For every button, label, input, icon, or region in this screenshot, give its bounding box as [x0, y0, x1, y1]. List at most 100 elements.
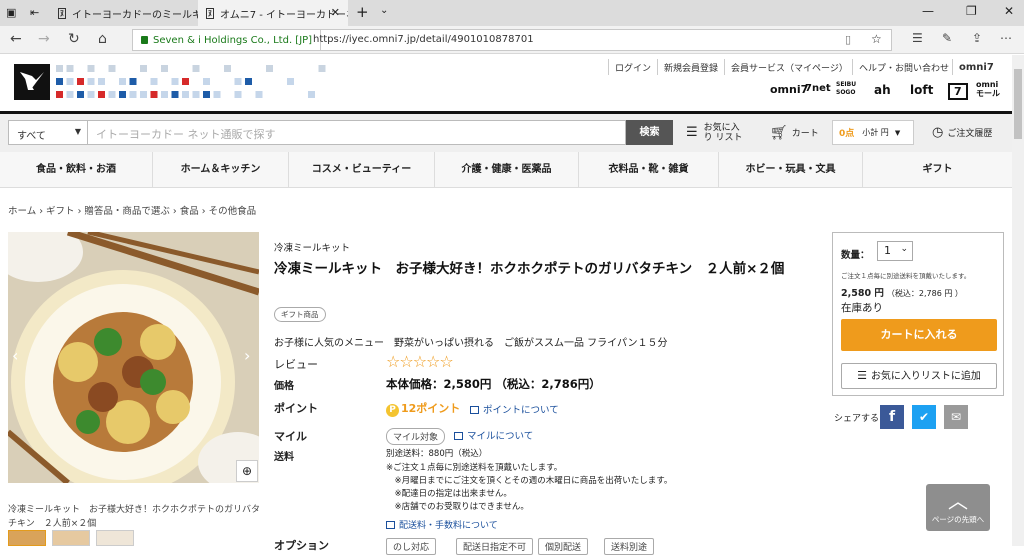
- search-input[interactable]: イトーヨーカドー ネット通販で探す: [88, 120, 626, 145]
- prev-image-icon[interactable]: ‹: [12, 346, 18, 365]
- more-icon[interactable]: ⋯: [1000, 31, 1012, 45]
- shipping-fee-link[interactable]: 配送料・手数料について: [386, 518, 498, 531]
- search-button[interactable]: 検索: [626, 120, 673, 145]
- points-text: 12ポイント: [401, 402, 461, 415]
- omni7-brand-link[interactable]: omni7: [952, 59, 1000, 75]
- decorative-dot: [192, 91, 200, 98]
- lock-icon: [141, 36, 148, 44]
- mile-chip: マイル対象: [386, 428, 446, 445]
- cat-food[interactable]: 食品・飲料・お酒: [0, 152, 152, 188]
- decorative-dot: [171, 78, 179, 85]
- product-image[interactable]: ‹ › ⊕: [8, 232, 259, 483]
- brand-seibu-sogo-icon[interactable]: SEIBU SOGO: [836, 81, 866, 97]
- decorative-dot: [140, 65, 147, 72]
- restore-icon[interactable]: ❐: [966, 4, 977, 18]
- new-tab-button[interactable]: +: [356, 3, 369, 21]
- close-tab-icon[interactable]: ✕: [331, 6, 340, 19]
- brand-7net-icon[interactable]: 7net: [805, 83, 831, 94]
- member-service-link[interactable]: 会員サービス（マイページ）: [724, 59, 854, 75]
- qty-select[interactable]: 1 ⌄: [877, 241, 913, 261]
- scrollbar-thumb[interactable]: [1014, 69, 1022, 139]
- thumbnail-1[interactable]: [8, 530, 46, 546]
- decorative-dot: [66, 78, 74, 85]
- stock-status: 在庫あり: [841, 302, 883, 314]
- tab-back-icon[interactable]: ⇤: [30, 6, 39, 19]
- option-noshi: のし対応: [386, 538, 437, 555]
- refresh-icon[interactable]: ↻: [68, 31, 80, 47]
- home-icon[interactable]: ⌂: [98, 31, 107, 47]
- tab-list-chevron-icon[interactable]: ⌄: [380, 5, 388, 16]
- shipping-line-1: 別途送料：880円（税込）: [386, 449, 488, 459]
- favorites-hub-icon[interactable]: ☰: [912, 31, 923, 45]
- cart-link[interactable]: 🛒︎ カート: [770, 120, 819, 145]
- certificate-indicator[interactable]: Seven & i Holdings Co., Ltd. [JP]: [133, 30, 322, 50]
- gift-tag: ギフト商品: [274, 307, 326, 322]
- favorite-star-icon[interactable]: ☆: [871, 32, 882, 46]
- tab-2-label: オムニ7 - イトーヨーカドーネ: [220, 9, 348, 21]
- cat-gift[interactable]: ギフト: [862, 152, 1012, 188]
- page-scrollbar[interactable]: [1012, 55, 1024, 546]
- cart-price-value: 2,580 円: [841, 288, 884, 299]
- register-link[interactable]: 新規会員登録: [657, 59, 724, 75]
- facebook-icon[interactable]: f: [880, 405, 904, 429]
- review-stars-icon[interactable]: ☆☆☆☆☆: [386, 352, 454, 371]
- brand-omni7-icon[interactable]: omni7: [770, 83, 808, 96]
- browser-tab-bar: ▣ ⇤ ﾇ イトーヨーカドーのミールキット｜イ ﾇ オムニ7 - イトーヨーカド…: [0, 0, 1024, 26]
- minimize-icon[interactable]: —: [922, 4, 934, 18]
- brand-loft-icon[interactable]: loft: [910, 83, 933, 97]
- next-image-icon[interactable]: ›: [244, 346, 250, 365]
- mail-icon[interactable]: ✉︎: [944, 405, 968, 429]
- tab-2[interactable]: ﾇ オムニ7 - イトーヨーカドーネ ✕: [198, 0, 348, 26]
- mile-info-link[interactable]: マイルについて: [454, 428, 533, 442]
- cat-clothing[interactable]: 衣料品・靴・雑貨: [578, 152, 718, 188]
- favorites-list-button[interactable]: ☰ お気に入り リスト: [686, 120, 754, 145]
- order-history-link[interactable]: ◷ ご注文履歴: [932, 120, 992, 145]
- decorative-dot: [318, 65, 326, 72]
- zoom-icon[interactable]: ⊕: [236, 460, 258, 482]
- brand-akachan-icon[interactable]: ah: [874, 83, 891, 97]
- help-link[interactable]: ヘルプ・お問い合わせ: [852, 59, 955, 75]
- decorative-dot: [150, 78, 158, 85]
- cat-health[interactable]: 介護・健康・医薬品: [434, 152, 578, 188]
- forward-icon[interactable]: →: [38, 31, 50, 47]
- caret-down-icon: ▼: [894, 128, 901, 137]
- decorative-dot: [56, 65, 63, 72]
- decorative-dot: [98, 78, 105, 85]
- add-to-cart-button[interactable]: カートに入れる: [841, 319, 997, 351]
- tab-actions-icon[interactable]: ▣: [6, 6, 16, 19]
- tab-1[interactable]: ﾇ イトーヨーカドーのミールキット｜イ: [50, 0, 198, 26]
- cart-price: 2,580 円 （税込：2,786 円 ）: [841, 285, 963, 299]
- login-link[interactable]: ログイン: [608, 59, 657, 75]
- close-window-icon[interactable]: ✕: [1004, 4, 1014, 18]
- breadcrumb[interactable]: ホーム › ギフト › 贈答品・商品で選ぶ › 食品 › その他食品: [8, 203, 256, 217]
- back-to-top-button[interactable]: ︿ ページの先頭へ: [926, 484, 990, 531]
- share-icon[interactable]: ⇪: [972, 31, 982, 45]
- back-icon[interactable]: ←: [10, 31, 22, 47]
- brand-7-icon[interactable]: 7: [948, 83, 968, 100]
- cat-hobby[interactable]: ホビー・玩具・文具: [718, 152, 862, 188]
- thumbnail-2[interactable]: [52, 530, 90, 546]
- product-description: お子様に人気のメニュー 野菜がいっぱい摂れる ご飯がススム一品 フライパン１５分: [274, 338, 668, 349]
- shipping-line-5: ※店舗でのお受取りはできません。: [386, 502, 529, 512]
- url-field[interactable]: Seven & i Holdings Co., Ltd. [JP] https:…: [132, 29, 892, 51]
- cat-cosmetics[interactable]: コスメ・ビューティー: [288, 152, 434, 188]
- cat-home-kitchen[interactable]: ホーム＆キッチン: [152, 152, 288, 188]
- price-text: 本体価格：2,580円 （税込：2,786円）: [386, 377, 601, 391]
- decorative-dot: [119, 91, 126, 98]
- cart-summary[interactable]: 0点 小計 円 ▼: [832, 120, 914, 145]
- twitter-icon[interactable]: ✔︎: [912, 405, 936, 429]
- reading-view-icon[interactable]: ▯: [845, 33, 851, 46]
- points-info-link[interactable]: ポイントについて: [470, 402, 559, 416]
- decorative-dot: [129, 91, 137, 98]
- omni7-logo[interactable]: [14, 64, 50, 100]
- qty-label: 数量：: [841, 250, 870, 261]
- notes-pen-icon[interactable]: ✎: [942, 31, 952, 45]
- add-to-favorites-button[interactable]: ☰ お気に入りリストに追加: [841, 363, 997, 389]
- thumbnail-3[interactable]: [96, 530, 134, 546]
- decorative-dot: [150, 91, 158, 98]
- search-category-select[interactable]: すべて ▼: [8, 120, 88, 145]
- decorative-dot: [255, 91, 263, 98]
- cart-price-tax: （税込：2,786 円 ）: [886, 289, 963, 298]
- brand-omni-mall-icon[interactable]: omni モール: [976, 80, 1006, 98]
- cert-label: Seven & i Holdings Co., Ltd. [JP]: [153, 34, 313, 46]
